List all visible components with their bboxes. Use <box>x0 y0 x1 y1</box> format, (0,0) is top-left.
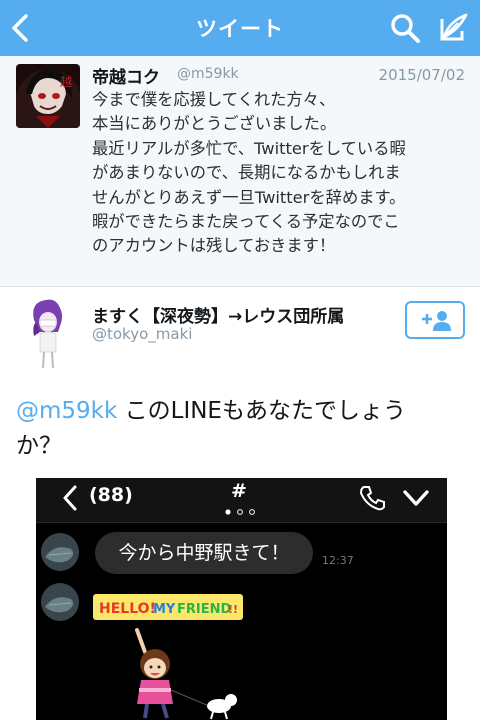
unread-count: (88) <box>89 484 133 506</box>
compose-icon <box>440 13 468 41</box>
author-name[interactable]: ますく【深夜勢】→レウス団所属 <box>92 302 344 327</box>
line-header: (88) # <box>36 478 447 523</box>
tweet-line: 暇ができたらまた戻ってくる予定なのでこ <box>92 212 400 232</box>
page-dots-icon <box>225 509 255 515</box>
mention-link[interactable]: @m59kk <box>16 398 117 424</box>
search-icon <box>391 14 420 43</box>
chat-message-bubble: 今から中野駅きて！ <box>95 532 313 574</box>
tweet-text: か？ <box>16 433 62 459</box>
avatar-image: 越 <box>16 64 80 128</box>
author-handle[interactable]: @tokyo_maki <box>92 325 192 343</box>
hello-friend-sticker: HELLO! MY FRIEND !! <box>93 594 243 720</box>
message-timestamp: 12:37 <box>322 554 354 567</box>
tweet-body: 今まで僕を応援してくれた方々、 本当にありがとうございました。 最近リアルが多忙… <box>92 88 474 259</box>
chat-title: # <box>231 480 247 502</box>
svg-text:越: 越 <box>60 75 72 89</box>
chevron-left-icon <box>63 485 77 511</box>
top-nav-bar: ツイート <box>0 0 480 56</box>
avatar[interactable]: 越 <box>16 64 80 128</box>
tweet-body: @m59kk このLINEもあなたでしょう か？ <box>16 394 466 464</box>
tweet-line: があまりないので、長期になるかもしれま <box>92 163 401 183</box>
avatar-image <box>33 299 62 369</box>
tweet-text: このLINEもあなたでしょう <box>117 398 406 424</box>
sticker-text: MY <box>153 602 176 617</box>
search-button[interactable] <box>389 12 421 44</box>
avatar <box>41 533 79 571</box>
tweet-line: せんがとりあえず一旦Twitterを辞めます。 <box>92 187 406 207</box>
sticker-text: FRIEND <box>177 602 231 617</box>
tweet-line: 今まで僕を応援してくれた方々、 <box>92 90 336 109</box>
add-user-icon <box>422 311 451 331</box>
sticker-text: HELLO! <box>99 601 156 617</box>
avatar[interactable] <box>26 296 76 370</box>
phone-icon <box>359 486 385 511</box>
tweet-line: 最近リアルが多忙で、Twitterをしている暇 <box>92 138 406 158</box>
tweet-line: 本当にありがとうございました。 <box>92 114 337 134</box>
follow-button[interactable] <box>405 301 465 339</box>
tweet-photo[interactable]: (88) # 今から中野駅きて！ 12:37 HELLO! MY FRIEND … <box>36 478 447 720</box>
sticker-text: !! <box>228 603 238 616</box>
avatar <box>41 583 79 621</box>
author-handle[interactable]: @m59kk <box>177 66 239 82</box>
tweet-line: のアカウントは残しておきます！ <box>92 236 336 256</box>
compose-button[interactable] <box>436 11 470 45</box>
quoted-tweet[interactable]: 越 帝越コク @m59kk 2015/07/02 今まで僕を応援してくれた方々、… <box>0 56 480 287</box>
author-name[interactable]: 帝越コク <box>92 63 160 88</box>
tweet-date: 2015/07/02 <box>378 66 465 84</box>
avatar-image <box>41 583 79 621</box>
chevron-down-icon <box>403 490 429 506</box>
avatar-image <box>41 533 79 571</box>
